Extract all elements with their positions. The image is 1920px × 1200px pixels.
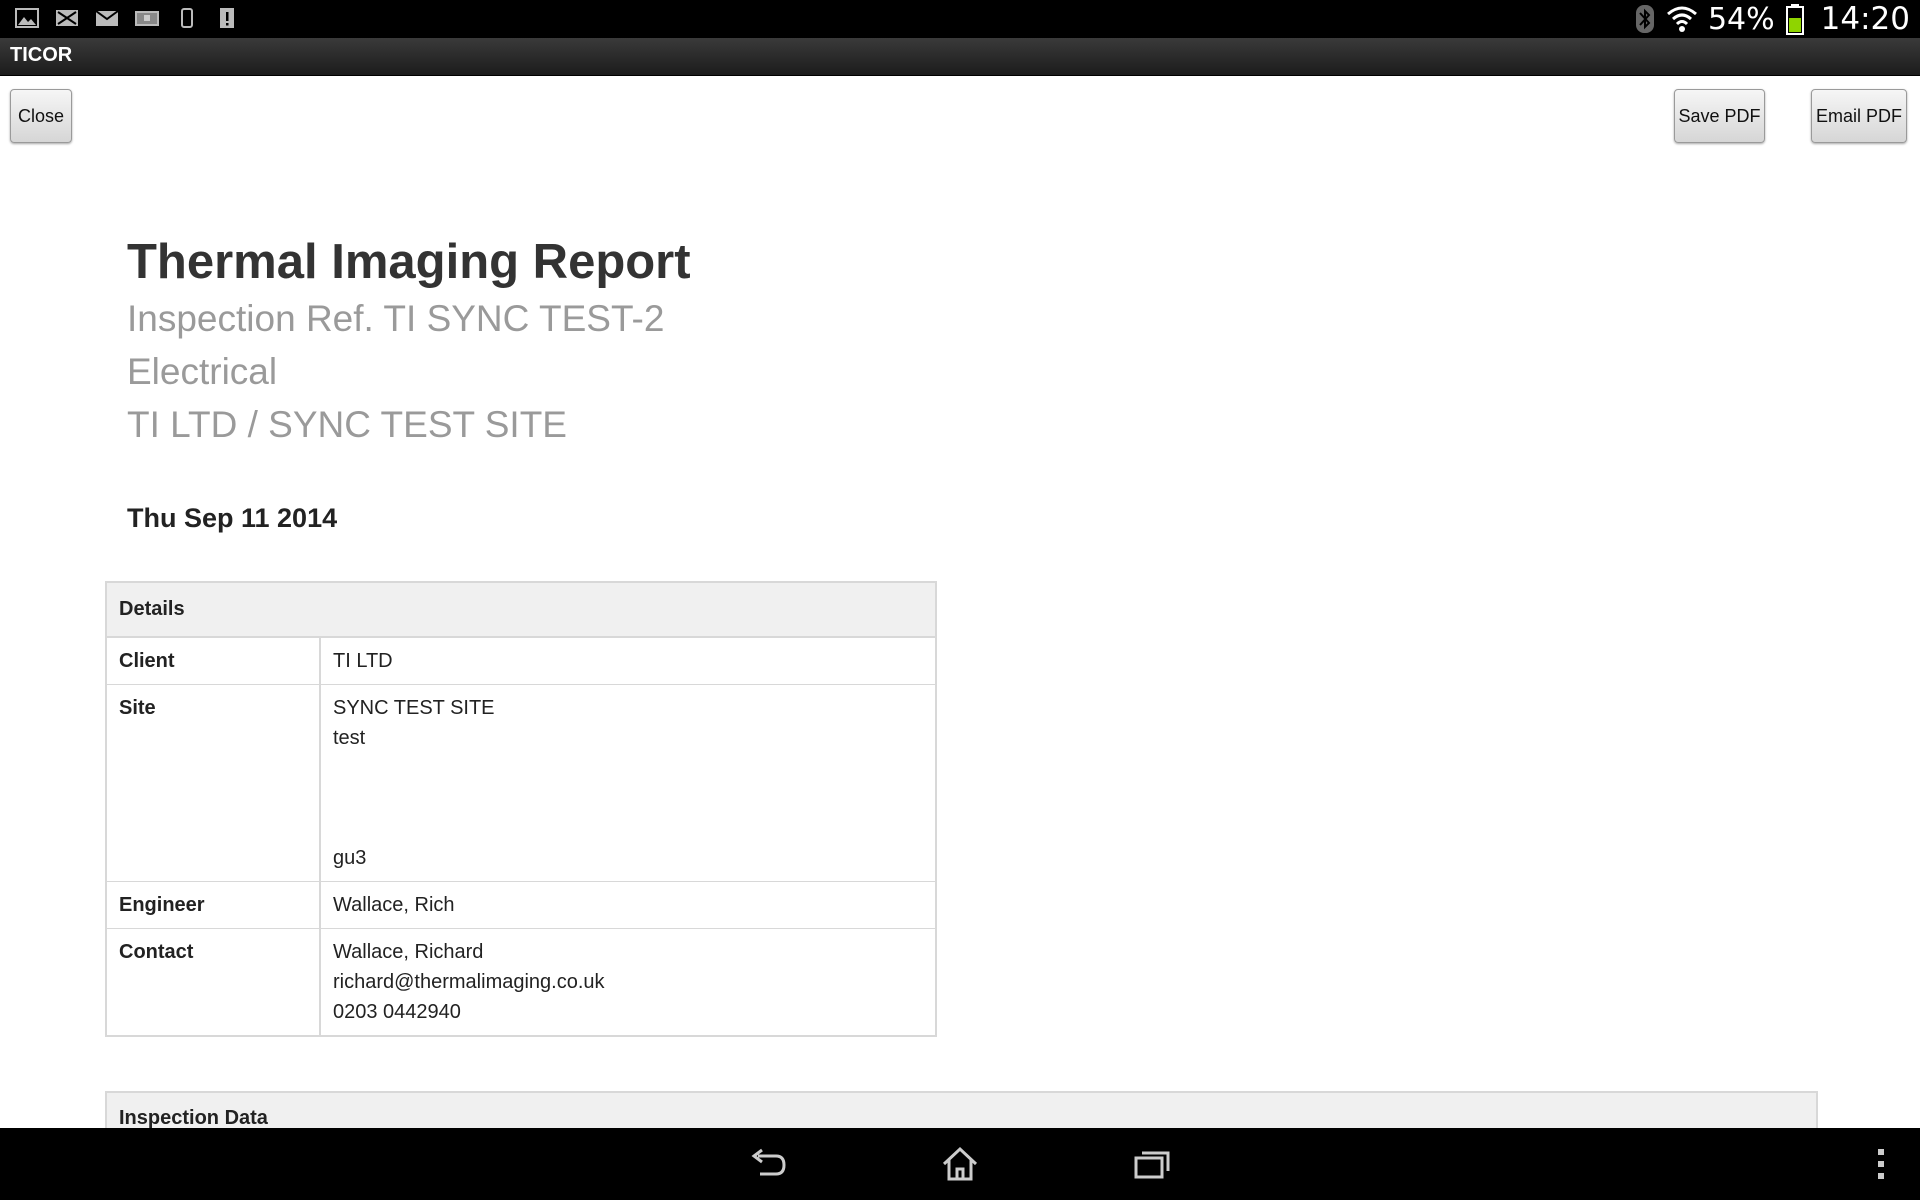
phone-icon	[181, 8, 193, 28]
inspection-data-section: Inspection Data	[105, 1091, 1818, 1133]
table-row: Site SYNC TEST SITE test gu3	[106, 684, 936, 882]
app-title: TICOR	[10, 44, 73, 66]
details-table: Details Client TI LTD Site SYNC TEST SIT…	[105, 581, 937, 1037]
navigation-bar	[0, 1128, 1920, 1200]
client-site-heading: TI LTD / SYNC TEST SITE	[127, 404, 567, 445]
table-row: Contact Wallace, Richard richard@thermal…	[106, 928, 936, 1036]
gallery-icon	[15, 8, 39, 28]
close-button[interactable]: Close	[10, 89, 72, 143]
battery-icon	[1785, 4, 1804, 35]
table-row: Engineer Wallace, Rich	[106, 881, 936, 929]
overflow-menu-icon	[1878, 1149, 1884, 1179]
mail-x-icon	[56, 10, 78, 26]
notification-icons	[14, 6, 240, 30]
email-icon	[95, 10, 119, 26]
site-address-line: test	[333, 727, 366, 749]
inspection-data-header: Inspection Data	[119, 1107, 268, 1129]
save-pdf-button[interactable]: Save PDF	[1674, 89, 1765, 143]
site-value: SYNC TEST SITE test gu3	[320, 684, 936, 882]
sd-alert-icon	[220, 8, 234, 28]
contact-value: Wallace, Richard richard@thermalimaging.…	[320, 928, 936, 1036]
site-postcode: gu3	[333, 847, 367, 869]
status-bar: 54% 14:20	[0, 0, 1920, 38]
site-label: Site	[106, 684, 321, 882]
storage-icon	[135, 11, 159, 26]
back-icon	[751, 1148, 786, 1176]
site-spacer	[333, 753, 923, 843]
recent-apps-button[interactable]	[1122, 1140, 1182, 1188]
engineer-label: Engineer	[106, 881, 321, 929]
back-button[interactable]	[738, 1140, 798, 1188]
clock: 14:20	[1820, 1, 1910, 37]
home-button[interactable]	[930, 1140, 990, 1188]
site-name: SYNC TEST SITE	[333, 697, 495, 719]
wifi-icon	[1666, 6, 1697, 32]
contact-name: Wallace, Richard	[333, 941, 484, 963]
table-row: Client TI LTD	[106, 636, 936, 685]
contact-phone: 0203 0442940	[333, 1001, 461, 1023]
contact-label: Contact	[106, 928, 321, 1036]
report-title: Thermal Imaging Report	[127, 235, 691, 289]
overflow-menu-button[interactable]	[1866, 1140, 1896, 1188]
home-icon	[942, 1146, 978, 1181]
inspection-ref: Inspection Ref. TI SYNC TEST-2	[127, 298, 665, 339]
action-bar: TICOR	[0, 38, 1920, 76]
details-header: Details	[106, 582, 936, 638]
inspection-category: Electrical	[127, 351, 278, 392]
bluetooth-icon	[1635, 5, 1654, 33]
system-status: 54% 14:20	[1634, 0, 1910, 38]
engineer-value: Wallace, Rich	[320, 881, 936, 929]
battery-percent: 54%	[1707, 1, 1775, 37]
report-date: Thu Sep 11 2014	[127, 503, 338, 533]
email-pdf-button[interactable]: Email PDF	[1811, 89, 1907, 143]
recent-apps-icon	[1134, 1151, 1170, 1179]
contact-email: richard@thermalimaging.co.uk	[333, 971, 605, 993]
client-label: Client	[106, 636, 321, 685]
client-value: TI LTD	[320, 636, 936, 685]
